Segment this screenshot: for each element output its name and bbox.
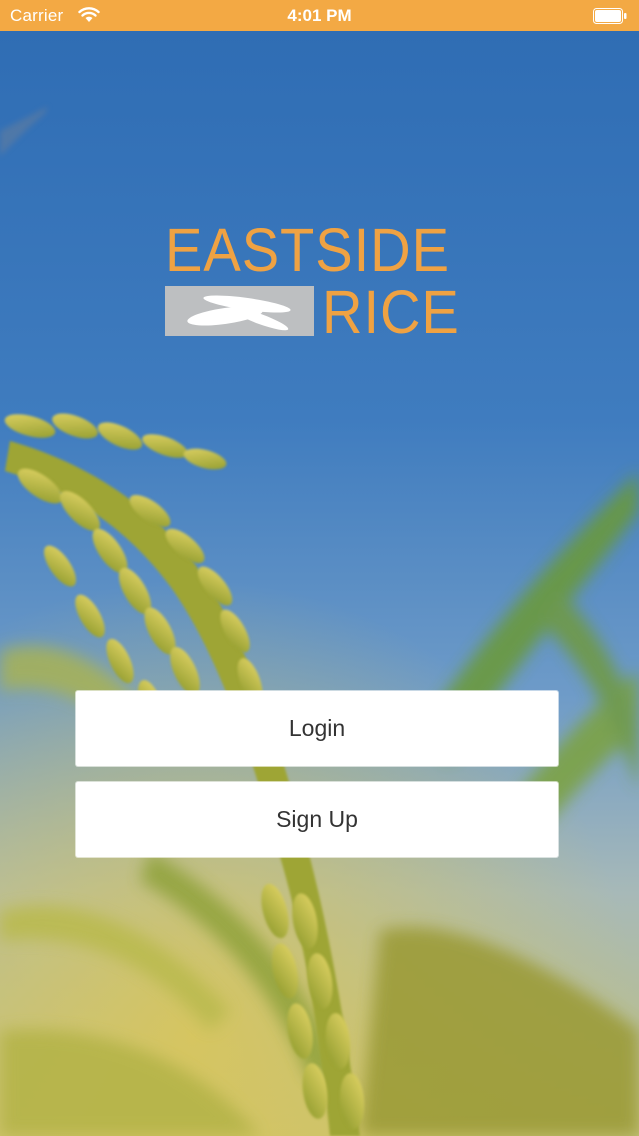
eastside-rice-logo: EASTSIDE RICE xyxy=(165,216,475,346)
login-button[interactable]: Login xyxy=(76,691,558,766)
status-bar: Carrier 4:01 PM xyxy=(0,0,639,31)
logo-line1: EASTSIDE xyxy=(165,216,450,284)
logo-grain-badge xyxy=(165,286,314,336)
background-image: EASTSIDE RICE Login Sign Up xyxy=(0,31,639,1136)
clock: 4:01 PM xyxy=(287,6,352,25)
rice-field-image xyxy=(0,106,639,1136)
logo-line2: RICE xyxy=(322,278,460,346)
rice-grain-icon xyxy=(187,295,291,331)
battery-icon xyxy=(593,8,627,24)
sign-up-button[interactable]: Sign Up xyxy=(76,782,558,857)
